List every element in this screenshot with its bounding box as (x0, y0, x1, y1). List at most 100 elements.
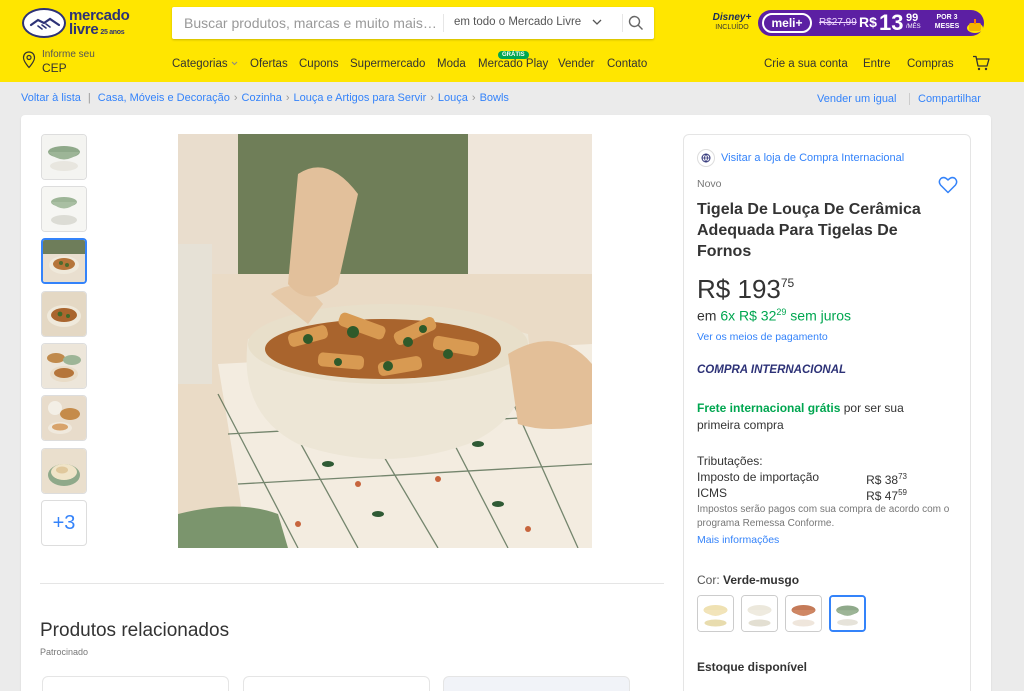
cep-value: CEP (42, 61, 67, 75)
gallery-thumbnail[interactable] (41, 134, 87, 180)
tax-row: ICMS R$ 4759 (697, 485, 907, 503)
installments: em 6x R$ 3229 sem juros (697, 307, 851, 324)
gallery-more-count: +3 (52, 512, 76, 534)
installments-prefix: em (697, 307, 717, 324)
handshake-icon (22, 8, 66, 38)
breadcrumb-arrow: › (471, 92, 476, 104)
gallery-thumbnail[interactable] (41, 448, 87, 494)
breadcrumb-item[interactable]: Bowls (480, 92, 509, 104)
nav-cupons[interactable]: Cupons (299, 58, 339, 70)
search-bar: em todo o Mercado Livre (172, 7, 654, 39)
disney-included-label: INCLUÍDO (715, 24, 749, 31)
gallery-thumbnail[interactable] (41, 395, 87, 441)
store-link-label: Visitar a loja de Compra Internacional (721, 151, 905, 164)
gift-icon (967, 19, 983, 33)
gallery-thumbnail[interactable] (41, 343, 87, 389)
color-swatch-terracotta[interactable] (785, 595, 822, 632)
meli-old-price: R$27,99 (819, 17, 857, 28)
section-divider (40, 583, 664, 584)
tax-value-cents: 59 (898, 488, 907, 497)
search-scope-select[interactable]: em todo o Mercado Livre (454, 16, 602, 28)
tax-row: Imposto de importação R$ 3873 (697, 469, 907, 487)
breadcrumb-arrow: › (233, 92, 238, 104)
product-title: Tigela De Louça De Cerâmica Adequada Par… (697, 201, 921, 260)
breadcrumb-item[interactable]: Louça (438, 92, 468, 104)
nav-categorias[interactable]: Categorias (172, 58, 238, 70)
header: mercado livre25 anos Informe seu CEP em … (0, 0, 1024, 82)
color-label-text: Cor: (697, 573, 720, 587)
color-swatch-cream[interactable] (741, 595, 778, 632)
share-link[interactable]: Compartilhar (918, 93, 981, 105)
taxes-label: Tributações: (697, 454, 763, 468)
buy-box: Visitar a loja de Compra Internacional N… (683, 134, 971, 691)
search-scope-label: em todo o Mercado Livre (454, 16, 582, 28)
heart-icon[interactable] (938, 176, 958, 194)
product-condition: Novo (697, 178, 722, 190)
nav-mercado-play[interactable]: Mercado Play (478, 58, 548, 70)
related-product-card[interactable] (243, 676, 430, 691)
create-account-link[interactable]: Crie a sua conta (764, 58, 848, 70)
meli-plus-banner[interactable]: meli+ R$27,99 R$ 13 99 /MÊS POR 3 MESES (758, 10, 984, 36)
color-swatch-yellow[interactable] (697, 595, 734, 632)
price-currency: R$ (697, 274, 731, 304)
tax-value-int: R$ 47 (866, 489, 899, 503)
breadcrumb-divider (909, 93, 910, 105)
globe-icon (697, 149, 715, 167)
nav-contato[interactable]: Contato (607, 58, 647, 70)
login-link[interactable]: Entre (863, 58, 891, 70)
gallery-thumbnail[interactable] (41, 291, 87, 337)
related-product-card[interactable] (443, 676, 630, 691)
price-cents: 75 (780, 276, 795, 290)
tax-value-cents: 73 (898, 472, 907, 481)
product-card: +3 Produtos relacionados Patrocinado Vis… (21, 115, 991, 691)
taxes-block: Tributações: Imposto de importação R$ 38… (697, 453, 907, 503)
shipping-info: Frete internacional grátis por ser sua p… (697, 400, 947, 434)
search-divider (622, 14, 623, 32)
store-link[interactable]: Visitar a loja de Compra Internacional (697, 149, 904, 167)
nav-supermercado[interactable]: Supermercado (350, 58, 425, 70)
product-main-image[interactable] (178, 134, 592, 548)
purchases-link[interactable]: Compras (907, 58, 954, 70)
meli-per-month: /MÊS (906, 24, 921, 30)
breadcrumb: Voltar à lista | Casa, Móveis e Decoração ›… (21, 92, 509, 104)
breadcrumb-item[interactable]: Louça e Artigos para Servir (294, 92, 427, 104)
sponsored-label: Patrocinado (40, 647, 89, 657)
gallery-thumbnail[interactable] (41, 186, 87, 232)
meli-currency: R$ (859, 14, 877, 30)
chevron-down-icon (231, 62, 237, 66)
back-to-list-link[interactable]: Voltar à lista (21, 92, 81, 104)
installments-suffix: sem juros (790, 307, 851, 324)
more-info-link[interactable]: Mais informações (697, 534, 779, 546)
mercado-livre-logo[interactable]: mercado livre 25 anos (22, 8, 134, 38)
stock-label: Estoque disponível (697, 660, 808, 674)
nav-vender[interactable]: Vender (558, 58, 594, 70)
free-shipping-highlight: Frete internacional grátis (697, 401, 841, 415)
disney-plus-badge[interactable]: Disney+ INCLUÍDO (712, 12, 752, 40)
free-badge: GRÁTIS (498, 51, 529, 59)
location-pin-icon (22, 51, 36, 69)
breadcrumb-item[interactable]: Casa, Móveis e Decoração (98, 92, 230, 104)
nav-ofertas[interactable]: Ofertas (250, 58, 288, 70)
nav-label: Categorias (172, 58, 228, 70)
chevron-down-icon (592, 19, 602, 25)
cart-icon[interactable] (972, 55, 990, 71)
breadcrumb-arrow: › (430, 92, 434, 104)
search-icon (628, 15, 643, 30)
meli-period-tag: POR 3 MESES (934, 14, 960, 30)
product-price: R$ 19375 (697, 274, 794, 305)
gallery-more-button[interactable]: +3 (41, 500, 87, 546)
tax-note: Impostos serão pagos com sua compra de a… (697, 504, 950, 529)
search-button[interactable] (625, 7, 653, 39)
search-input[interactable] (184, 7, 442, 39)
related-product-card[interactable] (42, 676, 229, 691)
payment-methods-link[interactable]: Ver os meios de pagamento (697, 331, 828, 343)
color-swatch-green-selected[interactable] (829, 595, 866, 632)
color-label: Cor: Verde-musgo (697, 573, 799, 587)
nav-moda[interactable]: Moda (437, 58, 466, 70)
tax-name: Imposto de importação (697, 470, 820, 484)
gallery-thumbnail-active[interactable] (41, 238, 87, 284)
price-integer: 193 (737, 274, 781, 304)
sell-similar-link[interactable]: Vender um igual (817, 93, 897, 105)
search-divider (443, 14, 444, 32)
breadcrumb-item[interactable]: Cozinha (242, 92, 282, 104)
